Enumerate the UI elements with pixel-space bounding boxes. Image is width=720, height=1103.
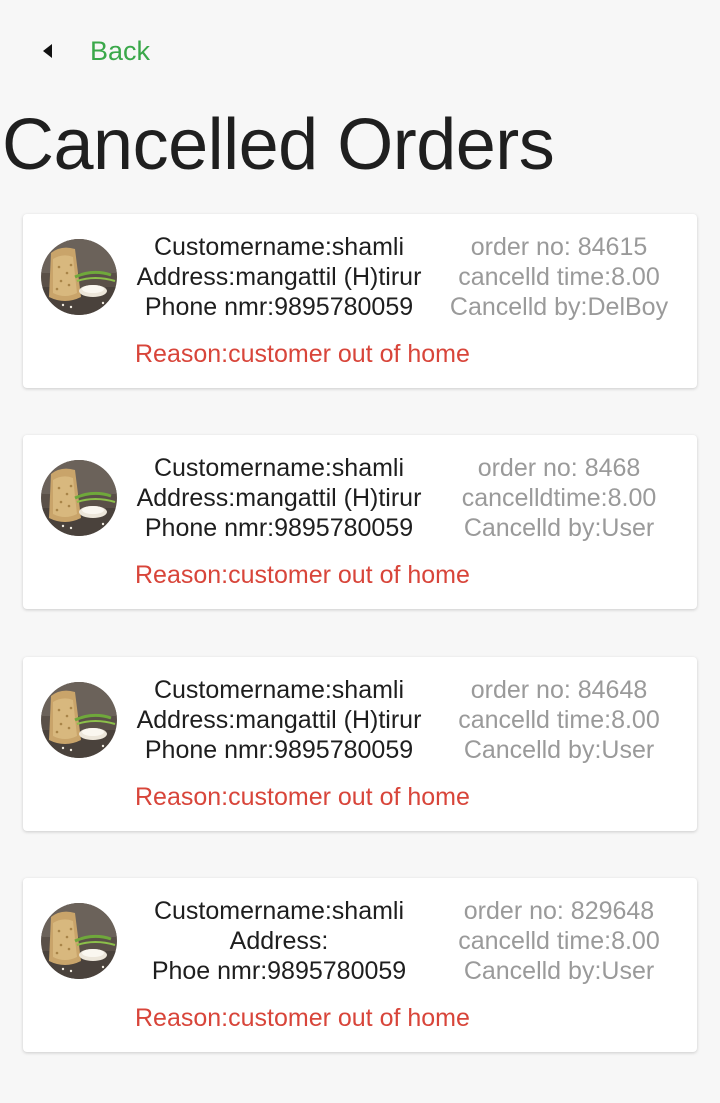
order-info: order no: 84648 cancelld time:8.00 Cance… bbox=[439, 675, 679, 765]
order-number: order no: 829648 bbox=[463, 897, 655, 925]
order-card[interactable]: Customername:shamli Address:mangattil (H… bbox=[23, 657, 697, 831]
order-info: order no: 8468 cancelldtime:8.00 Cancell… bbox=[439, 453, 679, 543]
customer-address: Address:mangattil (H)tirur bbox=[136, 484, 422, 512]
customer-info: Customername:shamli Address:mangattil (H… bbox=[119, 453, 439, 543]
back-label: Back bbox=[90, 35, 151, 66]
cancel-reason: Reason:customer out of home bbox=[135, 783, 470, 811]
customer-phone: Phone nmr:9895780059 bbox=[144, 736, 414, 764]
cancel-time: cancelld time:8.00 bbox=[458, 263, 660, 291]
order-info: order no: 84615 cancelld time:8.00 Cance… bbox=[439, 232, 679, 322]
order-info: order no: 829648 cancelld time:8.00 Canc… bbox=[439, 896, 679, 986]
customer-name: Customername:shamli bbox=[153, 454, 405, 482]
order-card[interactable]: Customername:shamli Address: Phoe nmr:98… bbox=[23, 878, 697, 1052]
order-card[interactable]: Customername:shamli Address:mangattil (H… bbox=[23, 214, 697, 388]
product-avatar bbox=[41, 460, 117, 536]
page-title: Cancelled Orders bbox=[2, 105, 555, 185]
cancelled-by: Cancelld by:User bbox=[463, 736, 655, 764]
customer-name: Customername:shamli bbox=[153, 233, 405, 261]
cancel-time: cancelld time:8.00 bbox=[458, 706, 660, 734]
cancelled-by: Cancelld by:User bbox=[463, 957, 655, 985]
cancel-reason: Reason:customer out of home bbox=[135, 1004, 470, 1032]
customer-phone: Phone nmr:9895780059 bbox=[144, 514, 414, 542]
cancel-time: cancelldtime:8.00 bbox=[461, 484, 657, 512]
product-avatar bbox=[41, 682, 117, 758]
cancel-reason: Reason:customer out of home bbox=[135, 340, 470, 368]
customer-phone: Phone nmr:9895780059 bbox=[144, 293, 414, 321]
customer-address: Address:mangattil (H)tirur bbox=[136, 706, 422, 734]
customer-info: Customername:shamli Address: Phoe nmr:98… bbox=[119, 896, 439, 986]
customer-name: Customername:shamli bbox=[153, 897, 405, 925]
cancel-time: cancelld time:8.00 bbox=[458, 927, 660, 955]
back-button[interactable]: Back bbox=[40, 30, 150, 72]
customer-address: Address: bbox=[229, 927, 329, 955]
cancel-reason: Reason:customer out of home bbox=[135, 561, 470, 589]
order-number: order no: 84615 bbox=[470, 233, 648, 261]
product-avatar bbox=[41, 239, 117, 315]
customer-info: Customername:shamli Address:mangattil (H… bbox=[119, 232, 439, 322]
customer-phone: Phoe nmr:9895780059 bbox=[151, 957, 407, 985]
back-arrow-icon bbox=[43, 44, 52, 58]
order-number: order no: 84648 bbox=[470, 676, 648, 704]
cancelled-by: Cancelld by:DelBoy bbox=[449, 293, 669, 321]
customer-name: Customername:shamli bbox=[153, 676, 405, 704]
cancelled-by: Cancelld by:User bbox=[463, 514, 655, 542]
order-number: order no: 8468 bbox=[477, 454, 641, 482]
product-avatar bbox=[41, 903, 117, 979]
customer-info: Customername:shamli Address:mangattil (H… bbox=[119, 675, 439, 765]
order-card[interactable]: Customername:shamli Address:mangattil (H… bbox=[23, 435, 697, 609]
customer-address: Address:mangattil (H)tirur bbox=[136, 263, 422, 291]
